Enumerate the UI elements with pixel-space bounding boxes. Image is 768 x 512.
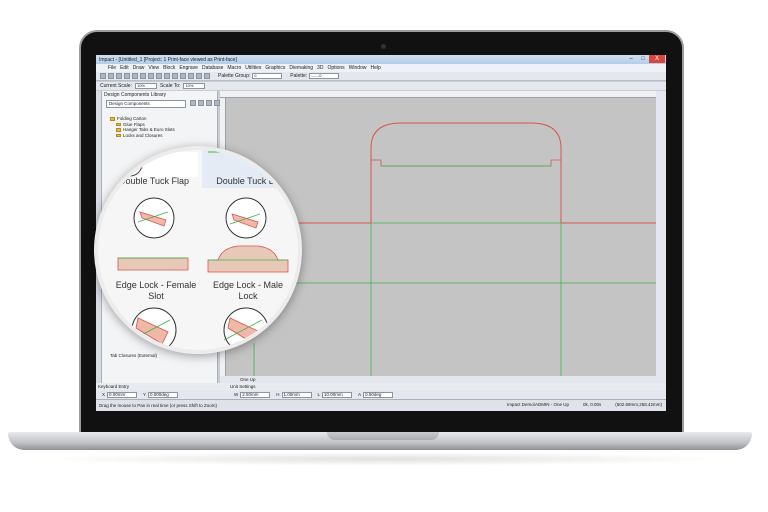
folder-icon — [116, 128, 121, 132]
field-a-input[interactable]: 0.50deg — [363, 391, 394, 398]
print-icon[interactable] — [124, 73, 130, 79]
undo-icon[interactable] — [156, 73, 162, 79]
scale-toolbar: Current Scale: 10% Scale To: 10% — [96, 82, 666, 90]
field-w: W 2.50mm — [234, 391, 271, 398]
field-h: H 1.00mm — [276, 391, 312, 398]
menu-engrave[interactable]: Engrave — [179, 65, 198, 71]
palette-group-select[interactable]: 0 — [252, 73, 283, 79]
zoom-icon[interactable] — [172, 73, 178, 79]
laptop-notch — [327, 432, 439, 440]
measure-icon[interactable] — [204, 73, 210, 79]
window-title: Impact - [Untitled_1 [Project: 1 Print-f… — [99, 56, 237, 63]
product-shot: Impact - [Untitled_1 [Project: 1 Print-f… — [0, 0, 768, 512]
current-scale-field[interactable]: 10% — [134, 83, 157, 89]
scale-to-label: Scale To: — [159, 83, 181, 89]
camera-icon — [381, 44, 386, 49]
menu-view[interactable]: View — [148, 65, 159, 71]
tree-item[interactable]: Locks and Closures — [110, 133, 175, 139]
label-double-tuck-lock[interactable]: Double Tuck Lock — [204, 176, 298, 187]
horizontal-ruler — [220, 91, 666, 98]
open-file-icon[interactable] — [108, 73, 114, 79]
current-scale-label: Current Scale: — [100, 83, 132, 89]
redo-icon[interactable] — [164, 73, 170, 79]
menu-diemaking[interactable]: Diemaking — [289, 65, 313, 71]
field-h-input[interactable]: 1.00mm — [281, 391, 312, 398]
menu-help[interactable]: Help — [370, 65, 380, 71]
menu-macro[interactable]: Macro — [227, 65, 241, 71]
label-double-tuck-flap[interactable]: Double Tuck Flap — [106, 176, 202, 187]
new-file-icon[interactable] — [100, 73, 106, 79]
label-edge-lock-male[interactable]: Edge Lock - Male Lock — [198, 280, 298, 302]
layer-icon[interactable] — [196, 73, 202, 79]
menu-utilities[interactable]: Utilities — [245, 65, 261, 71]
menu-file[interactable]: File — [108, 65, 116, 71]
paste-icon[interactable] — [148, 73, 154, 79]
cut-line-notch — [371, 159, 561, 167]
folder-icon — [116, 133, 121, 137]
status-hint: Drag the mouse to Pan in real time (or p… — [99, 403, 218, 408]
palette-select[interactable]: ------0 — [309, 73, 340, 79]
menu-3d[interactable]: 3D — [317, 65, 323, 71]
menu-graphics[interactable]: Graphics — [265, 65, 285, 71]
scale-to-field[interactable]: 10% — [183, 83, 206, 89]
field-w-input[interactable]: 2.50mm — [240, 391, 271, 398]
palette-label: Palette: — [290, 73, 308, 79]
laptop-shadow — [40, 452, 728, 466]
palette-group-label: Palette Group: — [218, 73, 251, 79]
unit-settings-title: Unit Settings — [226, 383, 666, 390]
field-x: X 0.00mm — [102, 391, 138, 398]
library-select[interactable]: Design Components — [106, 100, 186, 108]
field-x-input[interactable]: 0.00mm — [107, 391, 138, 398]
pan-icon[interactable] — [180, 73, 186, 79]
copy-icon[interactable] — [140, 73, 146, 79]
menu-database[interactable]: Database — [202, 65, 223, 71]
menu-draw[interactable]: Draw — [133, 65, 145, 71]
thumb-edge-lock-female-profile — [117, 257, 189, 271]
title-bar: Impact - [Untitled_1 [Project: 1 Print-f… — [96, 55, 666, 64]
field-l: L 10.00mm — [318, 391, 353, 398]
main-toolbar: Palette Group: 0 Palette: ------0 — [96, 72, 666, 81]
panel-refresh-icon[interactable] — [190, 100, 196, 106]
panel-view-icon[interactable] — [198, 100, 204, 106]
keyboard-entry-title: Keyboard Entry — [96, 383, 226, 390]
menu-edit[interactable]: Edit — [120, 65, 129, 71]
status-user: Impact Demo\ADMIN - One Up — [506, 402, 569, 407]
magnifier-lens: Double Tuck Flap Double Tuck Lock Edge L… — [94, 146, 302, 354]
maximize-button[interactable]: □ — [637, 55, 649, 63]
thumb-edge-lock-male-profile — [207, 245, 289, 273]
panel-icons — [190, 100, 220, 106]
panel-title: Design Components Library — [104, 92, 166, 98]
field-l-input[interactable]: 10.00mm — [322, 391, 353, 398]
grid-icon[interactable] — [188, 73, 194, 79]
field-a: A 0.50deg — [358, 391, 394, 398]
menu-bar: File Edit Draw View Block Engrave Databa… — [96, 64, 666, 72]
menu-options[interactable]: Options — [327, 65, 344, 71]
folder-icon — [116, 122, 121, 126]
minimize-button[interactable]: – — [625, 55, 637, 63]
menu-block[interactable]: Block — [163, 65, 175, 71]
entry-fields: X 0.00mm Y 0.000deg W 2.50mm H 1.00mm L 10.00… — [96, 390, 666, 399]
status-info: 0k, 0.00s — [582, 402, 602, 407]
right-toolbox[interactable] — [656, 91, 666, 381]
save-file-icon[interactable] — [116, 73, 122, 79]
close-button[interactable]: X — [649, 55, 665, 63]
panel-list-icon[interactable] — [206, 100, 212, 106]
layer-tab-one-up[interactable]: One Up — [240, 377, 256, 382]
field-y-input[interactable]: 0.000deg — [148, 391, 179, 398]
cut-line-top — [370, 122, 562, 223]
library-tree: Folding Carton Glue Flaps Hanger Tabs & … — [110, 116, 175, 138]
folder-icon — [110, 117, 115, 121]
library-item-tab-closures[interactable]: Tab Closures (External) — [110, 353, 157, 358]
label-edge-lock-female[interactable]: Edge Lock - Female Slot — [106, 280, 206, 302]
cut-icon[interactable] — [132, 73, 138, 79]
status-bar: Drag the mouse to Pan in real time (or p… — [96, 399, 666, 411]
status-coords: (502.69mm,258.42mm) — [615, 402, 662, 407]
layer-tabs: One Up — [220, 376, 666, 383]
field-y: Y 0.000deg — [143, 391, 179, 398]
menu-window[interactable]: Window — [349, 65, 367, 71]
